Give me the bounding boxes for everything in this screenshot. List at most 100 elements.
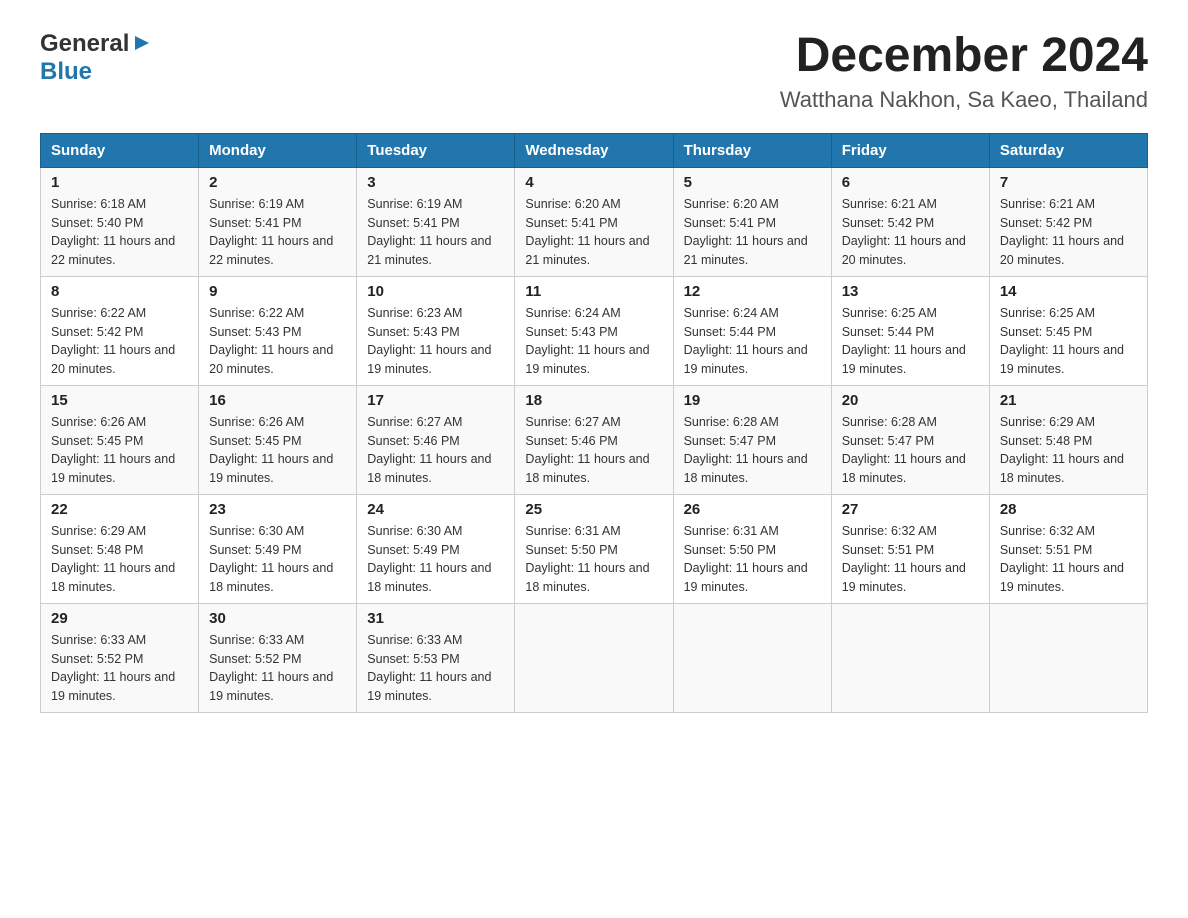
day-info: Sunrise: 6:29 AMSunset: 5:48 PMDaylight:… [1000, 413, 1137, 488]
calendar-week-row: 29 Sunrise: 6:33 AMSunset: 5:52 PMDayligh… [41, 603, 1148, 712]
day-info: Sunrise: 6:32 AMSunset: 5:51 PMDaylight:… [1000, 522, 1137, 597]
calendar-cell: 7 Sunrise: 6:21 AMSunset: 5:42 PMDaylight… [989, 167, 1147, 276]
day-number: 3 [367, 174, 504, 191]
calendar-day-header: Wednesday [515, 133, 673, 167]
calendar-cell [831, 603, 989, 712]
day-number: 18 [525, 392, 662, 409]
calendar-cell: 22 Sunrise: 6:29 AMSunset: 5:48 PMDayligh… [41, 494, 199, 603]
day-number: 19 [684, 392, 821, 409]
calendar-cell: 13Sunrise: 6:25 AMSunset: 5:44 PMDayligh… [831, 276, 989, 385]
day-number: 8 [51, 283, 188, 300]
calendar-week-row: 15Sunrise: 6:26 AMSunset: 5:45 PMDayligh… [41, 385, 1148, 494]
calendar-day-header: Thursday [673, 133, 831, 167]
day-number: 26 [684, 501, 821, 518]
calendar-day-header: Saturday [989, 133, 1147, 167]
day-info: Sunrise: 6:23 AMSunset: 5:43 PMDaylight:… [367, 304, 504, 379]
day-info: Sunrise: 6:25 AMSunset: 5:44 PMDaylight:… [842, 304, 979, 379]
day-info: Sunrise: 6:30 AMSunset: 5:49 PMDaylight:… [367, 522, 504, 597]
day-info: Sunrise: 6:33 AMSunset: 5:52 PMDaylight:… [51, 631, 188, 706]
logo-blue: Blue [40, 58, 92, 86]
day-info: Sunrise: 6:20 AMSunset: 5:41 PMDaylight:… [525, 195, 662, 270]
day-info: Sunrise: 6:21 AMSunset: 5:42 PMDaylight:… [842, 195, 979, 270]
day-info: Sunrise: 6:20 AMSunset: 5:41 PMDaylight:… [684, 195, 821, 270]
day-info: Sunrise: 6:22 AMSunset: 5:43 PMDaylight:… [209, 304, 346, 379]
calendar-cell: 12Sunrise: 6:24 AMSunset: 5:44 PMDayligh… [673, 276, 831, 385]
day-number: 1 [51, 174, 188, 191]
day-info: Sunrise: 6:33 AMSunset: 5:53 PMDaylight:… [367, 631, 504, 706]
calendar-cell: 3 Sunrise: 6:19 AMSunset: 5:41 PMDaylight… [357, 167, 515, 276]
calendar-cell: 31 Sunrise: 6:33 AMSunset: 5:53 PMDayligh… [357, 603, 515, 712]
calendar-cell: 28 Sunrise: 6:32 AMSunset: 5:51 PMDayligh… [989, 494, 1147, 603]
day-info: Sunrise: 6:21 AMSunset: 5:42 PMDaylight:… [1000, 195, 1137, 270]
day-number: 5 [684, 174, 821, 191]
calendar-cell: 17Sunrise: 6:27 AMSunset: 5:46 PMDayligh… [357, 385, 515, 494]
logo: General Blue [40, 30, 153, 86]
day-number: 23 [209, 501, 346, 518]
day-info: Sunrise: 6:25 AMSunset: 5:45 PMDaylight:… [1000, 304, 1137, 379]
day-number: 24 [367, 501, 504, 518]
day-number: 9 [209, 283, 346, 300]
calendar-week-row: 1 Sunrise: 6:18 AMSunset: 5:40 PMDaylight… [41, 167, 1148, 276]
calendar-week-row: 22 Sunrise: 6:29 AMSunset: 5:48 PMDayligh… [41, 494, 1148, 603]
calendar-cell: 21 Sunrise: 6:29 AMSunset: 5:48 PMDayligh… [989, 385, 1147, 494]
day-number: 20 [842, 392, 979, 409]
calendar-cell: 29 Sunrise: 6:33 AMSunset: 5:52 PMDayligh… [41, 603, 199, 712]
day-number: 31 [367, 610, 504, 627]
calendar-cell: 5 Sunrise: 6:20 AMSunset: 5:41 PMDaylight… [673, 167, 831, 276]
calendar-cell: 16 Sunrise: 6:26 AMSunset: 5:45 PMDayligh… [199, 385, 357, 494]
day-info: Sunrise: 6:26 AMSunset: 5:45 PMDaylight:… [209, 413, 346, 488]
page-header: General Blue December 2024 Watthana Nakh… [40, 30, 1148, 113]
day-info: Sunrise: 6:22 AMSunset: 5:42 PMDaylight:… [51, 304, 188, 379]
day-info: Sunrise: 6:28 AMSunset: 5:47 PMDaylight:… [842, 413, 979, 488]
calendar-cell: 8 Sunrise: 6:22 AMSunset: 5:42 PMDaylight… [41, 276, 199, 385]
day-info: Sunrise: 6:29 AMSunset: 5:48 PMDaylight:… [51, 522, 188, 597]
title-block: December 2024 Watthana Nakhon, Sa Kaeo, … [780, 30, 1148, 113]
calendar-day-header: Tuesday [357, 133, 515, 167]
day-info: Sunrise: 6:18 AMSunset: 5:40 PMDaylight:… [51, 195, 188, 270]
day-number: 25 [525, 501, 662, 518]
day-number: 27 [842, 501, 979, 518]
subtitle: Watthana Nakhon, Sa Kaeo, Thailand [780, 87, 1148, 113]
day-info: Sunrise: 6:19 AMSunset: 5:41 PMDaylight:… [209, 195, 346, 270]
calendar-cell: 19 Sunrise: 6:28 AMSunset: 5:47 PMDayligh… [673, 385, 831, 494]
calendar-cell: 24 Sunrise: 6:30 AMSunset: 5:49 PMDayligh… [357, 494, 515, 603]
day-number: 29 [51, 610, 188, 627]
day-number: 14 [1000, 283, 1137, 300]
calendar-week-row: 8 Sunrise: 6:22 AMSunset: 5:42 PMDaylight… [41, 276, 1148, 385]
calendar-cell: 27Sunrise: 6:32 AMSunset: 5:51 PMDayligh… [831, 494, 989, 603]
day-info: Sunrise: 6:19 AMSunset: 5:41 PMDaylight:… [367, 195, 504, 270]
day-info: Sunrise: 6:28 AMSunset: 5:47 PMDaylight:… [684, 413, 821, 488]
calendar-cell: 6 Sunrise: 6:21 AMSunset: 5:42 PMDaylight… [831, 167, 989, 276]
day-info: Sunrise: 6:26 AMSunset: 5:45 PMDaylight:… [51, 413, 188, 488]
day-number: 10 [367, 283, 504, 300]
calendar-cell: 15Sunrise: 6:26 AMSunset: 5:45 PMDayligh… [41, 385, 199, 494]
calendar-header-row: SundayMondayTuesdayWednesdayThursdayFrid… [41, 133, 1148, 167]
day-number: 28 [1000, 501, 1137, 518]
day-number: 11 [525, 283, 662, 300]
calendar-cell: 30Sunrise: 6:33 AMSunset: 5:52 PMDayligh… [199, 603, 357, 712]
calendar-cell: 2Sunrise: 6:19 AMSunset: 5:41 PMDaylight… [199, 167, 357, 276]
day-number: 7 [1000, 174, 1137, 191]
calendar-cell: 10 Sunrise: 6:23 AMSunset: 5:43 PMDayligh… [357, 276, 515, 385]
calendar-cell: 23 Sunrise: 6:30 AMSunset: 5:49 PMDayligh… [199, 494, 357, 603]
day-info: Sunrise: 6:24 AMSunset: 5:44 PMDaylight:… [684, 304, 821, 379]
main-title: December 2024 [780, 30, 1148, 83]
calendar-cell: 25 Sunrise: 6:31 AMSunset: 5:50 PMDayligh… [515, 494, 673, 603]
day-info: Sunrise: 6:30 AMSunset: 5:49 PMDaylight:… [209, 522, 346, 597]
calendar-cell: 18Sunrise: 6:27 AMSunset: 5:46 PMDayligh… [515, 385, 673, 494]
calendar-table: SundayMondayTuesdayWednesdayThursdayFrid… [40, 133, 1148, 713]
day-info: Sunrise: 6:31 AMSunset: 5:50 PMDaylight:… [525, 522, 662, 597]
day-number: 17 [367, 392, 504, 409]
calendar-cell: 9 Sunrise: 6:22 AMSunset: 5:43 PMDaylight… [199, 276, 357, 385]
day-number: 16 [209, 392, 346, 409]
calendar-cell [515, 603, 673, 712]
day-number: 30 [209, 610, 346, 627]
day-number: 6 [842, 174, 979, 191]
calendar-cell: 4Sunrise: 6:20 AMSunset: 5:41 PMDaylight… [515, 167, 673, 276]
day-info: Sunrise: 6:24 AMSunset: 5:43 PMDaylight:… [525, 304, 662, 379]
calendar-cell: 20 Sunrise: 6:28 AMSunset: 5:47 PMDayligh… [831, 385, 989, 494]
day-number: 21 [1000, 392, 1137, 409]
day-number: 22 [51, 501, 188, 518]
logo-arrow-icon [131, 32, 153, 54]
calendar-day-header: Sunday [41, 133, 199, 167]
